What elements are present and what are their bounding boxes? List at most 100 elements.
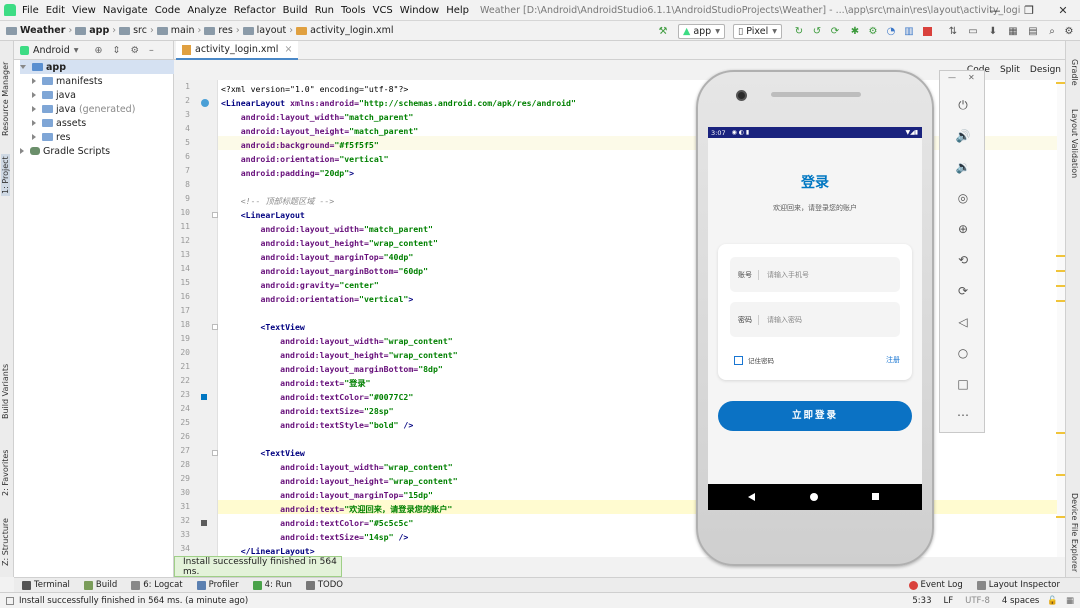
- indent-setting[interactable]: 4 spaces: [1002, 596, 1039, 606]
- menu-code[interactable]: Code: [155, 5, 181, 16]
- color-swatch-icon[interactable]: [201, 394, 207, 400]
- tree-item-java-generated[interactable]: java (generated): [32, 102, 135, 116]
- chevron-right-icon[interactable]: [32, 120, 36, 126]
- gradle-tab[interactable]: Gradle: [1070, 59, 1079, 86]
- chevron-down-icon[interactable]: ▾: [74, 45, 79, 56]
- layout-validation-tab[interactable]: Layout Validation: [1070, 109, 1079, 178]
- device-file-explorer-tab[interactable]: Device File Explorer: [1070, 493, 1079, 572]
- file-encoding[interactable]: UTF-8: [965, 596, 990, 606]
- favorites-tab[interactable]: 2: Favorites: [1, 450, 10, 496]
- menu-help[interactable]: Help: [446, 5, 469, 16]
- menu-refactor[interactable]: Refactor: [234, 5, 276, 16]
- view-mode-design[interactable]: Design: [1030, 65, 1061, 75]
- tab-run[interactable]: 4: Run: [252, 580, 292, 590]
- breadcrumb-res[interactable]: res: [218, 25, 233, 36]
- tab-event-log[interactable]: Event Log: [908, 580, 963, 590]
- tree-item-app[interactable]: app: [20, 60, 174, 74]
- tree-item-gradle-scripts[interactable]: Gradle Scripts: [20, 144, 110, 158]
- warning-marker[interactable]: [1056, 474, 1065, 476]
- device-select[interactable]: ▯ Pixel ▾: [733, 23, 782, 39]
- breadcrumb-src[interactable]: src: [133, 25, 147, 36]
- menu-tools[interactable]: Tools: [341, 5, 366, 16]
- caret-position[interactable]: 5:33: [912, 596, 931, 606]
- overview-nav-icon[interactable]: □: [953, 374, 973, 394]
- tab-build[interactable]: Build: [83, 580, 117, 590]
- rerun-icon[interactable]: ↻: [793, 23, 805, 39]
- sdk-manager-icon[interactable]: ⬇: [987, 23, 999, 39]
- close-window-button[interactable]: ✕: [1046, 0, 1080, 21]
- tab-todo[interactable]: TODO: [305, 580, 343, 590]
- lock-icon[interactable]: 🔓: [1047, 596, 1058, 606]
- close-tab-icon[interactable]: ×: [284, 44, 292, 55]
- panel-minimize-icon[interactable]: —: [948, 73, 956, 82]
- status-message[interactable]: Install successfully finished in 564 ms.…: [19, 596, 248, 606]
- device-screen[interactable]: 3:07 ◉ ◐ ▮ ▼◢▮ 登录 欢迎回来，请登录您的账户 账号 请输入手机号…: [708, 127, 922, 510]
- menu-vcs[interactable]: VCS: [373, 5, 393, 16]
- target-icon[interactable]: ⊕: [95, 45, 103, 56]
- warning-marker[interactable]: [1056, 432, 1065, 434]
- camera-screenshot-icon[interactable]: ◎: [953, 188, 973, 208]
- tab-logcat[interactable]: 6: Logcat: [131, 580, 183, 590]
- tab-activity-login[interactable]: activity_login.xml ×: [176, 41, 299, 60]
- line-separator[interactable]: LF: [943, 596, 953, 606]
- volume-up-icon[interactable]: 🔊: [953, 126, 973, 146]
- coverage-icon[interactable]: ▥: [903, 23, 915, 39]
- warning-marker[interactable]: [1056, 270, 1065, 272]
- tab-layout-inspector[interactable]: Layout Inspector: [976, 580, 1060, 590]
- menu-analyze[interactable]: Analyze: [187, 5, 226, 16]
- install-toast[interactable]: Install successfully finished in 564 ms.: [174, 556, 342, 577]
- tool-window-toggle-icon[interactable]: [6, 596, 14, 605]
- breadcrumb-main[interactable]: main: [171, 25, 195, 36]
- run-config-select[interactable]: ▲ app ▾: [678, 23, 725, 39]
- tree-item-java[interactable]: java: [32, 88, 76, 102]
- hammer-icon[interactable]: ⚒: [656, 23, 670, 39]
- login-button[interactable]: 立即登录: [718, 401, 912, 431]
- settings-icon[interactable]: ⚙: [1063, 23, 1075, 39]
- hide-icon[interactable]: –: [149, 45, 154, 56]
- chevron-down-icon[interactable]: [20, 65, 26, 69]
- breadcrumb-layout[interactable]: layout: [257, 25, 287, 36]
- chevron-right-icon[interactable]: [32, 92, 36, 98]
- menu-file[interactable]: File: [22, 5, 39, 16]
- apply-changes-icon[interactable]: ↺: [811, 23, 823, 39]
- chevron-right-icon[interactable]: [32, 106, 36, 112]
- stop-icon[interactable]: [922, 23, 932, 39]
- device-manager-icon[interactable]: ▦: [1007, 23, 1019, 39]
- overview-icon[interactable]: [872, 492, 882, 502]
- breadcrumb-app[interactable]: app: [89, 25, 109, 36]
- menu-build[interactable]: Build: [283, 5, 308, 16]
- more-icon[interactable]: ⋯: [953, 405, 973, 425]
- account-field[interactable]: 账号 请输入手机号: [730, 257, 900, 292]
- tab-terminal[interactable]: Terminal: [22, 580, 70, 590]
- breadcrumb-file[interactable]: activity_login.xml: [310, 25, 393, 36]
- menu-view[interactable]: View: [72, 5, 96, 16]
- menu-run[interactable]: Run: [315, 5, 334, 16]
- tree-item-manifests[interactable]: manifests: [32, 74, 103, 88]
- chevron-right-icon[interactable]: [32, 134, 36, 140]
- apply-code-changes-icon[interactable]: ⟳: [829, 23, 841, 39]
- collapse-icon[interactable]: ⇕: [112, 45, 120, 56]
- chevron-right-icon[interactable]: [32, 78, 36, 84]
- tab-profiler[interactable]: Profiler: [196, 580, 239, 590]
- class-icon[interactable]: [201, 99, 209, 107]
- warning-marker[interactable]: [1056, 82, 1065, 84]
- maximize-button[interactable]: ❐: [1012, 0, 1046, 21]
- volume-down-icon[interactable]: 🔉: [953, 157, 973, 177]
- resource-manager-tab[interactable]: Resource Manager: [1, 62, 10, 136]
- register-link[interactable]: 注册: [886, 355, 900, 365]
- warning-marker[interactable]: [1056, 285, 1065, 287]
- chevron-right-icon[interactable]: [20, 148, 24, 154]
- code-editor[interactable]: <?xml version="1.0" encoding="utf-8"?> <L…: [218, 80, 1065, 557]
- menu-navigate[interactable]: Navigate: [103, 5, 148, 16]
- view-mode-split[interactable]: Split: [1000, 65, 1020, 75]
- color-swatch-icon[interactable]: [201, 520, 207, 526]
- rotate-right-icon[interactable]: ⟳: [953, 281, 973, 301]
- sync-gradle-icon[interactable]: ⇅: [947, 23, 959, 39]
- search-icon[interactable]: ⌕: [1046, 23, 1058, 39]
- zoom-icon[interactable]: ⊕: [953, 219, 973, 239]
- rotate-left-icon[interactable]: ⟲: [953, 250, 973, 270]
- debug-icon[interactable]: ✱: [849, 23, 861, 39]
- attach-debugger-icon[interactable]: ⚙: [867, 23, 879, 39]
- tree-item-assets[interactable]: assets: [32, 116, 86, 130]
- memory-icon[interactable]: ▦: [1066, 596, 1074, 606]
